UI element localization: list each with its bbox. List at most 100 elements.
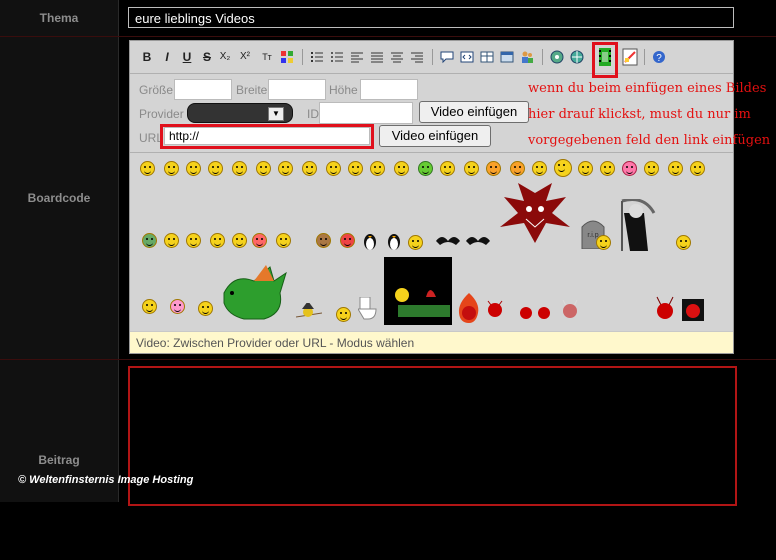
breite-label: Breite bbox=[236, 83, 268, 97]
smiley-icon[interactable] bbox=[440, 161, 455, 176]
smiley-gun-icon[interactable] bbox=[276, 233, 291, 248]
smiley-icon[interactable] bbox=[464, 161, 479, 176]
smiley-icon[interactable] bbox=[232, 161, 247, 176]
align-right-icon[interactable] bbox=[410, 50, 424, 64]
hoehe-label: Höhe bbox=[329, 83, 358, 97]
witch-icon[interactable] bbox=[295, 301, 323, 321]
smiley-icon[interactable] bbox=[142, 233, 157, 248]
smiley-icon[interactable] bbox=[596, 235, 611, 250]
smiley-viking-icon[interactable] bbox=[316, 233, 331, 248]
annotation-line-2: hier drauf klickst, must du nur im bbox=[528, 107, 751, 122]
smiley-mad-icon[interactable] bbox=[340, 233, 355, 248]
smiley-icon[interactable] bbox=[326, 161, 341, 176]
smiley-spider-icon[interactable] bbox=[676, 235, 691, 250]
video-insert-button-provider[interactable]: Video einfügen bbox=[419, 101, 529, 123]
breite-field[interactable] bbox=[268, 79, 326, 100]
smiley-devil-icon[interactable] bbox=[622, 161, 637, 176]
align-left-icon[interactable] bbox=[350, 50, 364, 64]
strike-button[interactable]: S bbox=[200, 50, 214, 64]
devil-icon[interactable] bbox=[486, 297, 504, 319]
ordered-list-icon[interactable] bbox=[310, 50, 324, 64]
smiley-icon[interactable] bbox=[578, 161, 593, 176]
smiley-icon[interactable] bbox=[170, 299, 185, 314]
smiley-icon[interactable] bbox=[532, 161, 547, 176]
grim-reaper-icon[interactable] bbox=[614, 198, 656, 251]
smiley-icon[interactable] bbox=[164, 161, 179, 176]
smiley-exclaim-icon[interactable] bbox=[186, 233, 201, 248]
globe-icon[interactable] bbox=[570, 50, 584, 64]
align-justify-icon[interactable] bbox=[370, 50, 384, 64]
url-field-highlight bbox=[160, 124, 374, 149]
quote-icon[interactable] bbox=[440, 50, 454, 64]
devil-icon[interactable] bbox=[560, 297, 580, 321]
table-icon[interactable] bbox=[480, 50, 494, 64]
smiley-icon[interactable] bbox=[142, 299, 157, 314]
smiley-question-icon[interactable] bbox=[164, 233, 179, 248]
italic-button[interactable]: I bbox=[160, 50, 174, 64]
smiley-green-icon[interactable] bbox=[418, 161, 433, 176]
smiley-icon[interactable] bbox=[486, 161, 501, 176]
toilet-icon[interactable] bbox=[357, 296, 378, 323]
id-label: ID bbox=[307, 107, 319, 121]
penguin-icon[interactable] bbox=[386, 231, 402, 251]
subscript-button[interactable]: X₂ bbox=[218, 50, 232, 64]
copyright-watermark: © Weltenfinsternis Image Hosting bbox=[18, 474, 194, 486]
smiley-icon[interactable] bbox=[302, 161, 317, 176]
users-icon[interactable] bbox=[520, 50, 534, 64]
smiley-wizard-icon[interactable] bbox=[198, 301, 213, 316]
code-icon[interactable] bbox=[460, 50, 474, 64]
color-icon[interactable] bbox=[280, 50, 294, 64]
smiley-icon[interactable] bbox=[256, 161, 271, 176]
superscript-button[interactable]: X² bbox=[238, 50, 252, 64]
window-icon[interactable] bbox=[500, 50, 514, 64]
devils-icon[interactable] bbox=[518, 301, 552, 321]
underline-button[interactable]: U bbox=[180, 50, 194, 64]
thema-input[interactable]: eure lieblings Videos bbox=[128, 7, 734, 28]
status-bar: Video: Zwischen Provider oder URL - Modu… bbox=[130, 331, 733, 353]
fire-smiley-icon[interactable] bbox=[456, 293, 482, 323]
smiley-icon[interactable] bbox=[690, 161, 705, 176]
thema-label: Thema bbox=[0, 0, 119, 36]
boardcode-label: Boardcode bbox=[0, 37, 119, 359]
image-link-icon[interactable] bbox=[550, 50, 564, 64]
align-center-icon[interactable] bbox=[390, 50, 404, 64]
bold-button[interactable]: B bbox=[140, 50, 154, 64]
smiley-icon[interactable] bbox=[408, 235, 423, 250]
smiley-icon[interactable] bbox=[510, 161, 525, 176]
smiley-icon[interactable] bbox=[394, 161, 409, 176]
chevron-down-icon[interactable]: ▼ bbox=[268, 107, 284, 121]
editor-toolbar: B I U S X₂ X² Tт ? bbox=[130, 41, 733, 74]
smiley-icon[interactable] bbox=[644, 161, 659, 176]
smiley-icon[interactable] bbox=[668, 161, 683, 176]
help-icon[interactable]: ? bbox=[652, 50, 666, 64]
smiley-icon[interactable] bbox=[336, 307, 351, 322]
id-field[interactable] bbox=[319, 102, 413, 124]
smiley-angry-icon[interactable] bbox=[252, 233, 267, 248]
smiley-icon[interactable] bbox=[348, 161, 363, 176]
lightbulb-icon[interactable] bbox=[232, 233, 247, 248]
penguin-icon[interactable] bbox=[362, 231, 378, 251]
hoehe-field[interactable] bbox=[360, 79, 418, 100]
annotation-line-1: wenn du beim einfügen eines Bildes bbox=[528, 81, 767, 96]
unordered-list-icon[interactable] bbox=[330, 50, 344, 64]
video-insert-button-url[interactable]: Video einfügen bbox=[379, 125, 491, 147]
dragon-icon[interactable] bbox=[214, 263, 290, 323]
smiley-icon[interactable] bbox=[210, 233, 225, 248]
smiley-icon[interactable] bbox=[600, 161, 615, 176]
smiley-icon[interactable] bbox=[208, 161, 223, 176]
devil-icon[interactable] bbox=[682, 295, 704, 321]
bats-icon[interactable] bbox=[434, 231, 494, 251]
smiley-icon[interactable] bbox=[278, 161, 293, 176]
groesse-field[interactable] bbox=[174, 79, 232, 100]
provider-select[interactable]: ▼ bbox=[187, 103, 293, 123]
smiley-icon[interactable] bbox=[370, 161, 385, 176]
smiley-icon[interactable] bbox=[140, 161, 155, 176]
demon-icon[interactable] bbox=[498, 183, 572, 249]
devil-icon[interactable] bbox=[654, 295, 676, 321]
beitrag-textarea[interactable] bbox=[128, 366, 737, 506]
smiley-icon[interactable] bbox=[186, 161, 201, 176]
smiley-big-eyes-icon[interactable] bbox=[554, 159, 572, 177]
game-animation-icon[interactable] bbox=[384, 257, 452, 325]
fontsize-button[interactable]: Tт bbox=[260, 50, 274, 64]
flash-icon[interactable] bbox=[622, 48, 638, 66]
